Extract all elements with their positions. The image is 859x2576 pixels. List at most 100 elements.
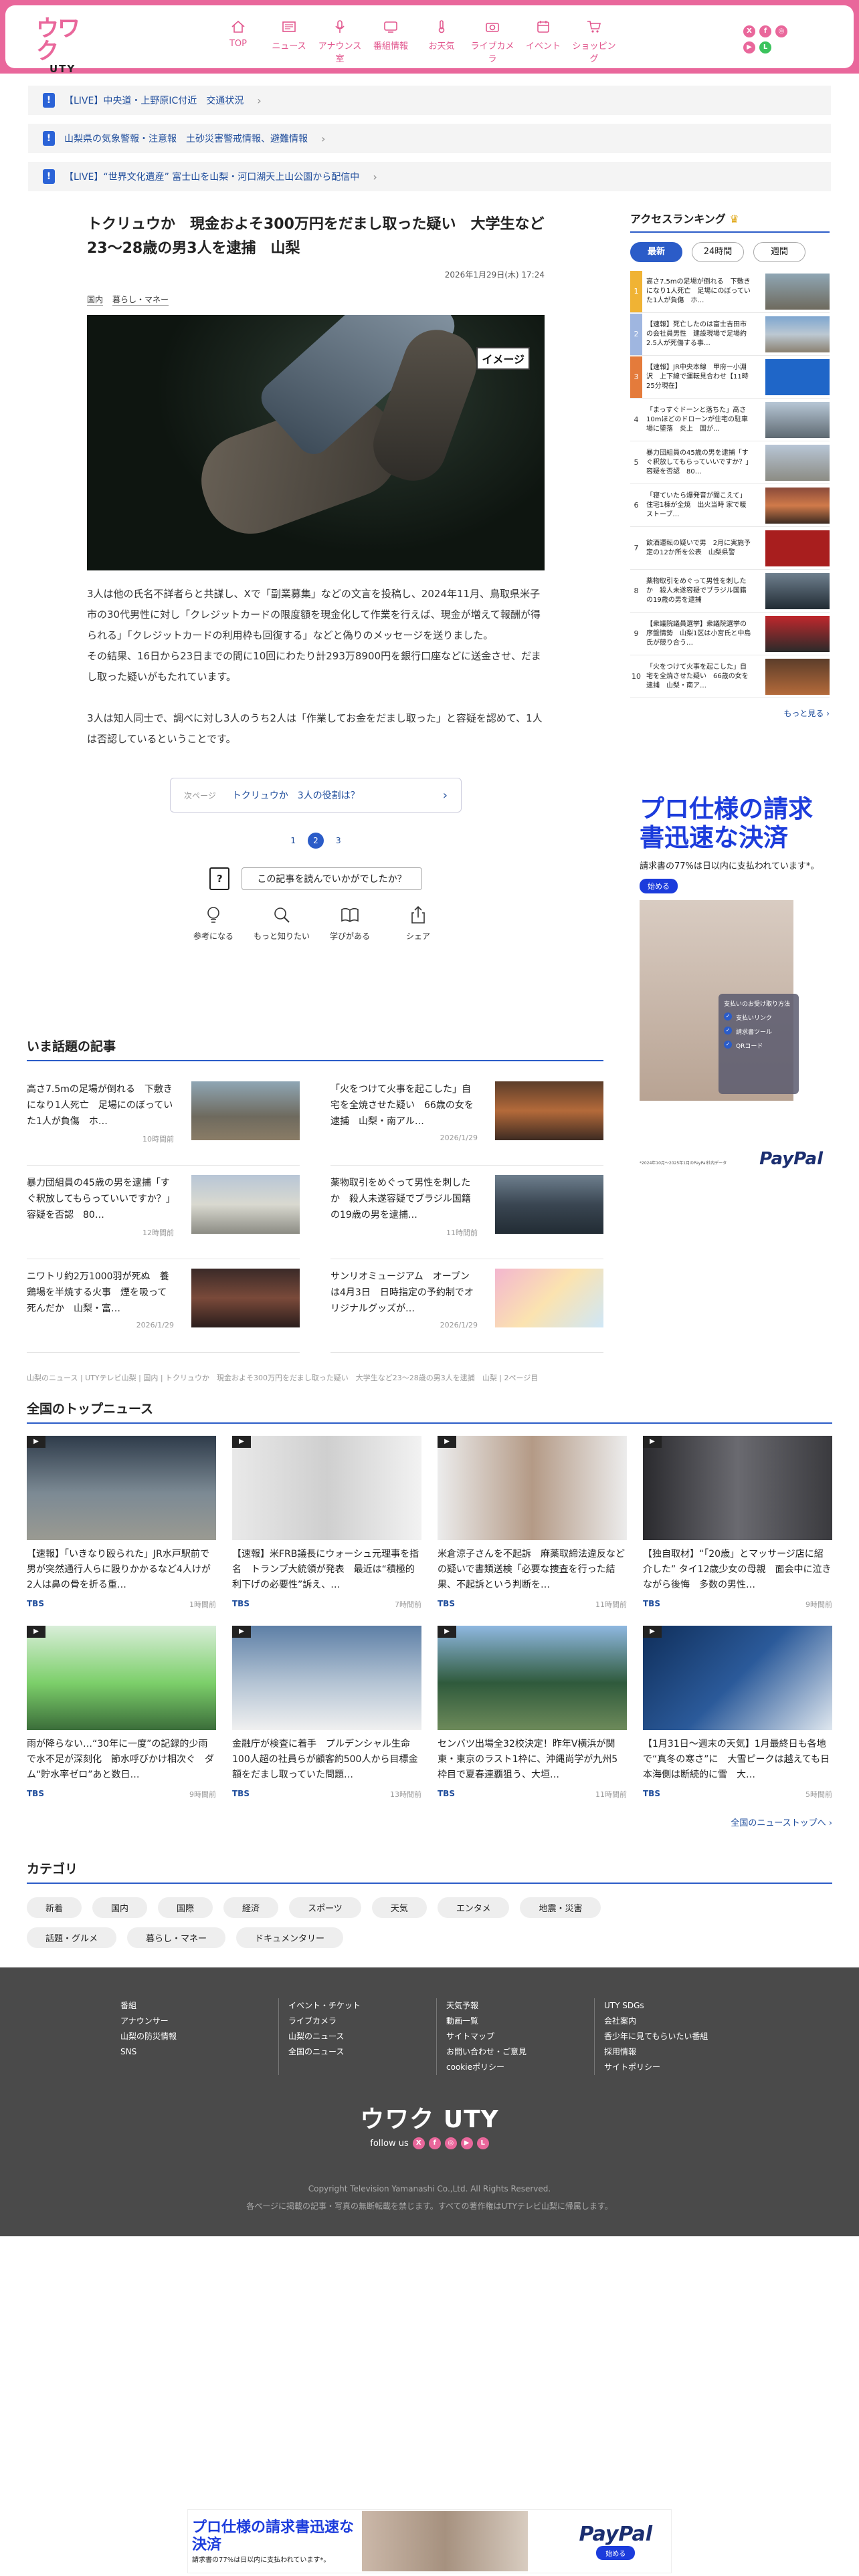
nav-news[interactable]: ニュース	[264, 20, 314, 64]
category-chip[interactable]: エンタメ	[437, 1897, 510, 1918]
footer-link[interactable]: UTY SDGs	[604, 1998, 752, 2014]
breadcrumb[interactable]: 山梨のニュース | UTYテレビ山梨 | 国内 | トクリュウか 現金およそ30…	[27, 1372, 538, 1383]
x-icon[interactable]: X	[412, 2137, 425, 2149]
ranking-item[interactable]: 7 飲酒運転の疑いで男 2月に実施予定の12か所を公表 山梨県警	[630, 527, 830, 570]
youtube-icon[interactable]: ▶	[460, 2137, 473, 2149]
alert-fuji-live[interactable]: ! 【LIVE】“世界文化遺産” 富士山を山梨・河口湖天上山公園から配信中 ›	[28, 162, 831, 191]
category-chip[interactable]: 地震・災害	[520, 1897, 601, 1918]
ranking-item[interactable]: 8 薬物取引をめぐって男性を刺したか 殺人未遂容疑でブラジル国籍の19歳の男を逮捕	[630, 570, 830, 613]
page-3[interactable]: 3	[336, 836, 341, 845]
x-icon[interactable]: X	[743, 25, 755, 37]
body-paragraph: 3人は知人同士で、調べに対し3人のうち2人は「作業してお金をだまし取った」と容疑…	[87, 712, 543, 745]
hot-item[interactable]: 高さ7.5mの足場が倒れる 下敷きになり1人死亡 足場にのぼっていた1人が負傷 …	[27, 1072, 300, 1166]
reaction-more[interactable]: もっと知りたい	[254, 905, 310, 942]
hot-item[interactable]: 薬物取引をめぐって男性を刺したか 殺人未遂容疑でブラジル国籍の19歳の男を逮捕……	[330, 1166, 603, 1259]
ranking-item[interactable]: 2 【速報】死亡したのは富士吉田市の会社員男性 建設現場で足場約2.5人が死傷する…	[630, 313, 830, 356]
category-chip[interactable]: 天気	[371, 1897, 427, 1918]
hot-item[interactable]: サンリオミュージアム オープンは4月3日 日時指定の予約制でオリジナルグッズが……	[330, 1259, 603, 1353]
ranking-item[interactable]: 3 【速報】JR中央本線 甲府ー小淵沢 上下線で運転見合わせ【11時25分現在】	[630, 356, 830, 399]
alert-traffic[interactable]: ! 【LIVE】中央道・上野原IC付近 交通状況 ›	[28, 86, 831, 115]
tag-link[interactable]: 暮らし・マネー	[112, 294, 169, 306]
page-2-current: 2	[308, 833, 324, 849]
page-1[interactable]: 1	[290, 836, 296, 845]
footer-link[interactable]: イベント・チケット	[288, 1998, 436, 2014]
rank-text: 高さ7.5mの足場が倒れる 下敷きになり1人死亡 足場にのぼっていた1人が負傷 …	[646, 278, 751, 304]
reaction-useful[interactable]: 参考になる	[185, 905, 242, 942]
category-chip[interactable]: 新着	[27, 1897, 82, 1918]
nav-shopping[interactable]: ショッピング	[569, 20, 619, 64]
category-chip[interactable]: 国内	[92, 1897, 148, 1918]
tag-link[interactable]: 国内	[87, 294, 104, 306]
hot-item[interactable]: 暴力団組員の45歳の男を逮捕「すぐ釈放してもらっていいですか？」容疑を否認 80…	[27, 1166, 300, 1259]
nav-announce[interactable]: アナウンス室	[314, 20, 365, 64]
tab-weekly[interactable]: 週間	[753, 242, 805, 262]
category-chip[interactable]: スポーツ	[289, 1897, 361, 1918]
next-page-label: 次ページ	[184, 790, 216, 800]
hot-item[interactable]: ニワトリ約2万1000羽が死ぬ 養鶏場を半焼する火事 煙を吸って死んだか 山梨・…	[27, 1259, 300, 1353]
top-news-card[interactable]: ▶ 【速報】米FRB議長にウォーシュ元理事を指名 トランプ大統領が発表 最近は“積…	[232, 1436, 421, 1610]
footer-link[interactable]: 山梨の防災情報	[120, 2029, 278, 2044]
footer-link[interactable]: 天気予報	[446, 1998, 594, 2014]
category-chip[interactable]: 話題・グルメ	[27, 1927, 117, 1948]
category-chip[interactable]: 経済	[223, 1897, 279, 1918]
reaction-learn[interactable]: 学びがある	[322, 905, 378, 942]
top-news-card[interactable]: ▶ 【1月31日～週末の天気】1月最終日も各地で“真冬の寒さ”に 大雪ピークは越え…	[643, 1626, 832, 1800]
footer-link[interactable]: お問い合わせ・ご意見	[446, 2044, 594, 2060]
next-page-link[interactable]: 次ページ トクリュウか 3人の役割は？ ›	[170, 778, 462, 813]
nav-programs[interactable]: 番組情報	[365, 20, 416, 64]
facebook-icon[interactable]: f	[759, 25, 771, 37]
footer-link[interactable]: 全国のニュース	[288, 2044, 436, 2060]
top-news-card[interactable]: ▶ 【独自取材】“「20歳」とマッサージ店に紹介した” タイ12歳少女の母親 面会…	[643, 1436, 832, 1610]
ranking-item[interactable]: 9 【衆議院議員選挙】衆議院選挙の序盤情勢 山梨1区は小宮氏と中島氏が競り合う…	[630, 613, 830, 655]
footer-link[interactable]: ライブカメラ	[288, 2014, 436, 2029]
ad-start-button[interactable]: 始める	[640, 879, 678, 893]
nav-weather[interactable]: お天気	[416, 20, 467, 64]
footer-link[interactable]: 香少年に見てもらいたい番組	[604, 2029, 752, 2044]
alert-weather[interactable]: ! 山梨県の気象警報・注意報 土砂災害警戒情報、避難情報 ›	[28, 124, 831, 153]
footer-link[interactable]: 番組	[120, 1998, 278, 2014]
facebook-icon[interactable]: f	[428, 2137, 441, 2149]
footer-link[interactable]: サイトマップ	[446, 2029, 594, 2044]
footer-link[interactable]: アナウンサー	[120, 2014, 278, 2029]
footer-link[interactable]: cookieポリシー	[446, 2060, 594, 2075]
instagram-icon[interactable]: ◎	[775, 25, 787, 37]
ranking-item[interactable]: 6 「寝ていたら爆発音が聞こえて」住宅1棟が全焼 出火当時 家で暖ストーブ…	[630, 484, 830, 527]
top-news-card[interactable]: ▶ 雨が降らない…“30年に一度”の記録的少雨で水不足が深刻化 節水呼びかけ相次ぐ…	[27, 1626, 216, 1800]
ranking-item[interactable]: 10 「火をつけて火事を起こした」自宅を全焼させた疑い 66歳の女を逮捕 山梨・南…	[630, 655, 830, 698]
category-chip[interactable]: 国際	[158, 1897, 213, 1918]
category-chip[interactable]: 暮らし・マネー	[127, 1927, 226, 1948]
nav-event[interactable]: イベント	[518, 20, 569, 64]
footer-link[interactable]: 会社案内	[604, 2014, 752, 2029]
nav-top[interactable]: TOP	[213, 20, 264, 64]
top-news-card[interactable]: ▶ 【速報】「いきなり殴られた」JR水戸駅前で男が突然通行人らに殴りかかるなど4人…	[27, 1436, 216, 1610]
instagram-icon[interactable]: ◎	[444, 2137, 457, 2149]
ad-start-button[interactable]: 始める	[596, 2546, 636, 2560]
footer-logo[interactable]: ウワク UTY follow us X f ◎ ▶ L	[356, 2100, 503, 2149]
top-news-card[interactable]: ▶ 金融庁が検査に着手 プルデンシャル生命100人超の社員らが顧客約500人から目…	[232, 1626, 421, 1800]
footer-link[interactable]: サイトポリシー	[604, 2060, 752, 2075]
nav-livecam[interactable]: ライブカメラ	[467, 20, 518, 64]
hot-item[interactable]: 「火をつけて火事を起こした」自宅を全焼させた疑い 66歳の女を逮捕 山梨・南アル…	[330, 1072, 603, 1166]
tab-latest[interactable]: 最新	[630, 242, 682, 262]
tab-24h[interactable]: 24時間	[692, 242, 744, 262]
ranking-more-link[interactable]: もっと見る ›	[783, 709, 830, 718]
youtube-icon[interactable]: ▶	[743, 41, 755, 53]
ranking-item[interactable]: 4 「まっすぐドーンと落ちた」高さ10mほどのドローンが住宅の駐車場に墜落 炎上 …	[630, 399, 830, 441]
top-news-more-link[interactable]: 全国のニューストップへ ›	[731, 1818, 832, 1828]
category-chip[interactable]: ドキュメンタリー	[236, 1927, 344, 1948]
ranking-item[interactable]: 1 高さ7.5mの足場が倒れる 下敷きになり1人死亡 足場にのぼっていた1人が負傷…	[630, 270, 830, 313]
ad-card-item: QRコード	[724, 1041, 793, 1050]
site-logo[interactable]: ウワク UTY	[36, 17, 88, 75]
footer-link[interactable]: SNS	[120, 2044, 278, 2060]
footer-link[interactable]: 山梨のニュース	[288, 2029, 436, 2044]
line-icon[interactable]: L	[476, 2137, 489, 2149]
bottom-advertisement[interactable]: プロ仕様の請求書迅速な決済 請求書の77%は日以内に支払われています*。 Pay…	[187, 2509, 672, 2573]
footer-link[interactable]: 採用情報	[604, 2044, 752, 2060]
footer-link[interactable]: 動画一覧	[446, 2014, 594, 2029]
top-news-card[interactable]: ▶ 米倉涼子さんを不起訴 麻薬取締法違反などの疑いで書類送検「必要な捜査を行った結…	[438, 1436, 627, 1610]
top-news-card[interactable]: ▶ センバツ出場全32校決定！昨年V横浜が関東・東京のラスト1枠に、沖縄尚学が九州…	[438, 1626, 627, 1800]
reaction-share[interactable]: シェア	[390, 905, 446, 942]
line-icon[interactable]: L	[759, 41, 771, 53]
ranking-item[interactable]: 5 暴力団組員の45歳の男を逮捕「すぐ釈放してもらっていいですか？」容疑を否認 8…	[630, 441, 830, 484]
side-advertisement[interactable]: プロ仕様の請求書迅速な決済 請求書の77%は日以内に支払われています*。 始める…	[640, 777, 827, 1178]
